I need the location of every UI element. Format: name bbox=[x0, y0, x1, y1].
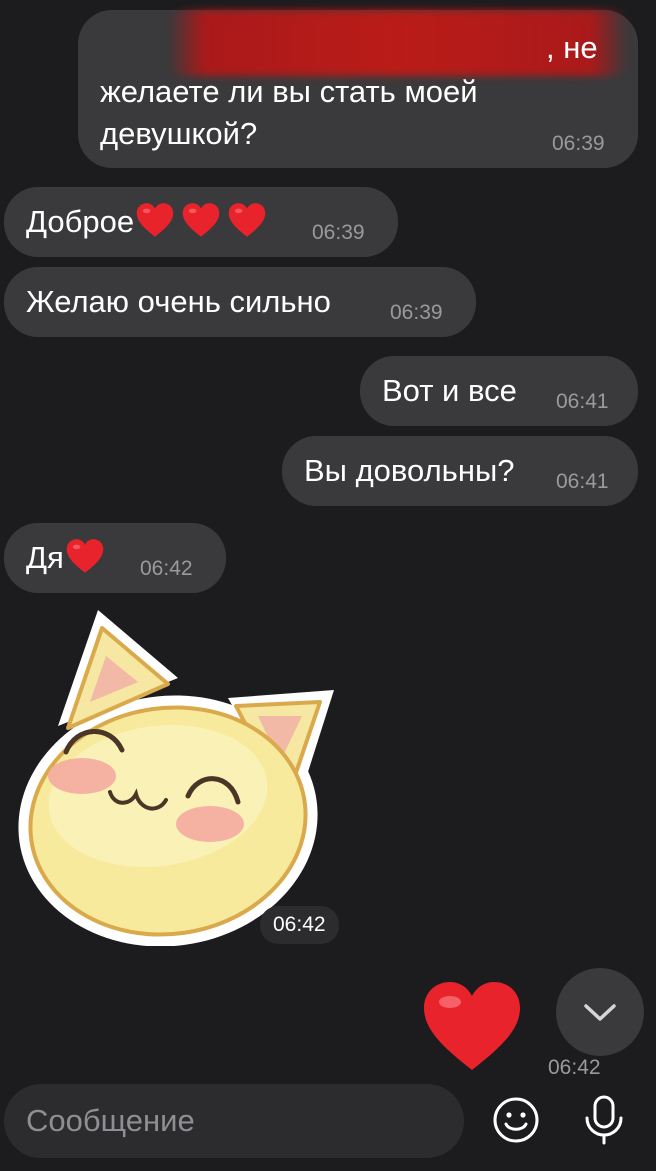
message-text-line: , не bbox=[546, 30, 598, 65]
scroll-down-button[interactable] bbox=[556, 968, 644, 1056]
heart-emoji bbox=[66, 538, 104, 574]
message-text-line: девушкой? bbox=[100, 116, 258, 151]
message-time: 06:39 bbox=[552, 132, 605, 155]
message-text: Дя bbox=[26, 540, 64, 575]
message-text: Желаю очень сильно bbox=[26, 284, 331, 319]
heart-emoji-large[interactable] bbox=[420, 980, 524, 1072]
message-time: 06:42 bbox=[140, 557, 193, 580]
smiley-icon bbox=[493, 1097, 539, 1143]
message-time: 06:39 bbox=[312, 221, 365, 244]
heart-emoji bbox=[136, 202, 174, 238]
emoji-button[interactable] bbox=[490, 1094, 542, 1146]
message-text: Доброе bbox=[26, 204, 135, 239]
message-bubble-outgoing[interactable]: Вот и все 06:41 bbox=[360, 356, 638, 426]
smiling-cat-sticker[interactable] bbox=[18, 606, 338, 947]
heart-emoji bbox=[228, 202, 266, 238]
message-text: Вот и все bbox=[382, 373, 517, 408]
message-text-line: желаете ли вы стать моей bbox=[100, 74, 478, 109]
microphone-button[interactable] bbox=[578, 1094, 630, 1146]
chevron-down-icon bbox=[584, 1004, 616, 1021]
message-bubble-incoming[interactable]: Доброе 06:39 bbox=[4, 187, 398, 257]
message-bubble-outgoing[interactable]: Вы довольны? 06:41 bbox=[282, 436, 638, 506]
message-text: Вы довольны? bbox=[304, 453, 515, 488]
message-bubble-outgoing[interactable]: , не желаете ли вы стать моей девушкой? … bbox=[78, 10, 638, 168]
message-time: 06:41 bbox=[556, 470, 609, 493]
composer-bar bbox=[0, 1074, 656, 1171]
sticker-time: 06:42 bbox=[260, 906, 339, 944]
heart-emoji bbox=[182, 202, 220, 238]
message-time: 06:39 bbox=[390, 301, 443, 324]
message-time: 06:41 bbox=[556, 390, 609, 413]
message-bubble-incoming[interactable]: Желаю очень сильно 06:39 bbox=[4, 267, 476, 337]
message-bubble-incoming[interactable]: Дя 06:42 bbox=[4, 523, 226, 593]
message-input-container[interactable] bbox=[4, 1084, 464, 1158]
chat-history[interactable]: , не желаете ли вы стать моей девушкой? … bbox=[0, 0, 656, 1080]
message-input[interactable] bbox=[26, 1103, 446, 1139]
microphone-icon bbox=[585, 1095, 623, 1145]
